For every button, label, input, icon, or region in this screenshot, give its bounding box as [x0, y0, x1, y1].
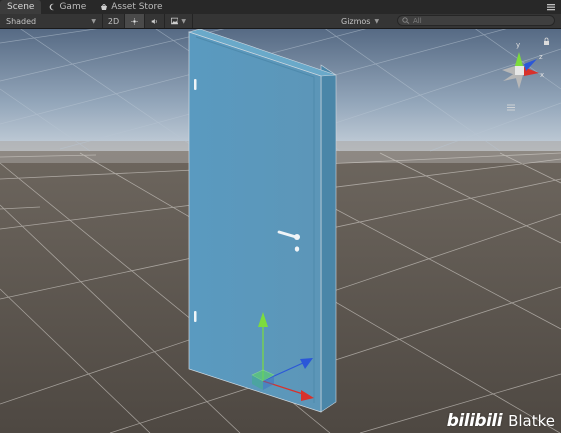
chevron-down-icon: ▼ — [181, 17, 186, 25]
scene-effects-dropdown[interactable]: ▼ — [165, 14, 193, 28]
scene-canvas[interactable]: y z x — [0, 29, 561, 433]
watermark: bilibili Blatke — [447, 411, 555, 431]
tab-scene-label: Scene — [7, 2, 35, 12]
speaker-icon — [151, 18, 157, 24]
sun-icon — [131, 17, 138, 25]
orient-label-z: z — [539, 53, 543, 61]
chevron-down-icon: ▼ — [374, 17, 380, 25]
watermark-name: Blatke — [508, 412, 555, 430]
gizmos-dropdown[interactable]: Gizmos ▼ — [341, 14, 379, 28]
orient-label-x: x — [540, 71, 544, 79]
search-placeholder: All — [413, 16, 422, 25]
search-input[interactable]: All — [397, 15, 555, 26]
tab-game-label: Game — [59, 2, 87, 12]
image-icon — [171, 17, 179, 25]
asset-store-icon — [101, 4, 108, 10]
tab-game[interactable]: Game — [41, 0, 93, 14]
game-icon — [50, 3, 55, 11]
shading-mode-label: Shaded — [6, 16, 37, 26]
scene-audio-toggle[interactable] — [145, 14, 165, 28]
gizmos-label: Gizmos — [341, 16, 371, 26]
orient-label-y: y — [516, 41, 520, 49]
chevron-down-icon: ▼ — [91, 17, 96, 25]
scene-viewport[interactable]: y z x bilibili Blatke — [0, 29, 561, 433]
shading-mode-dropdown[interactable]: Shaded ▼ — [0, 14, 103, 28]
tab-bar: Scene Game Asset Store — [0, 0, 561, 14]
tab-asset-store-label: Asset Store — [111, 2, 163, 12]
door-face — [188, 31, 322, 413]
mode-2d-label: 2D — [107, 16, 120, 26]
tab-scene[interactable]: Scene — [0, 0, 42, 14]
scene-lighting-toggle[interactable] — [125, 14, 145, 28]
orient-center-cube[interactable] — [515, 66, 524, 75]
tab-menu-icon[interactable] — [545, 1, 557, 13]
mode-2d-toggle[interactable]: 2D — [103, 14, 125, 28]
door-side — [320, 64, 337, 413]
search-icon — [402, 17, 410, 24]
tab-asset-store[interactable]: Asset Store — [93, 0, 169, 14]
hinge-bottom — [194, 311, 197, 322]
bilibili-logo: bilibili — [446, 411, 503, 431]
hinge-top — [194, 79, 197, 90]
